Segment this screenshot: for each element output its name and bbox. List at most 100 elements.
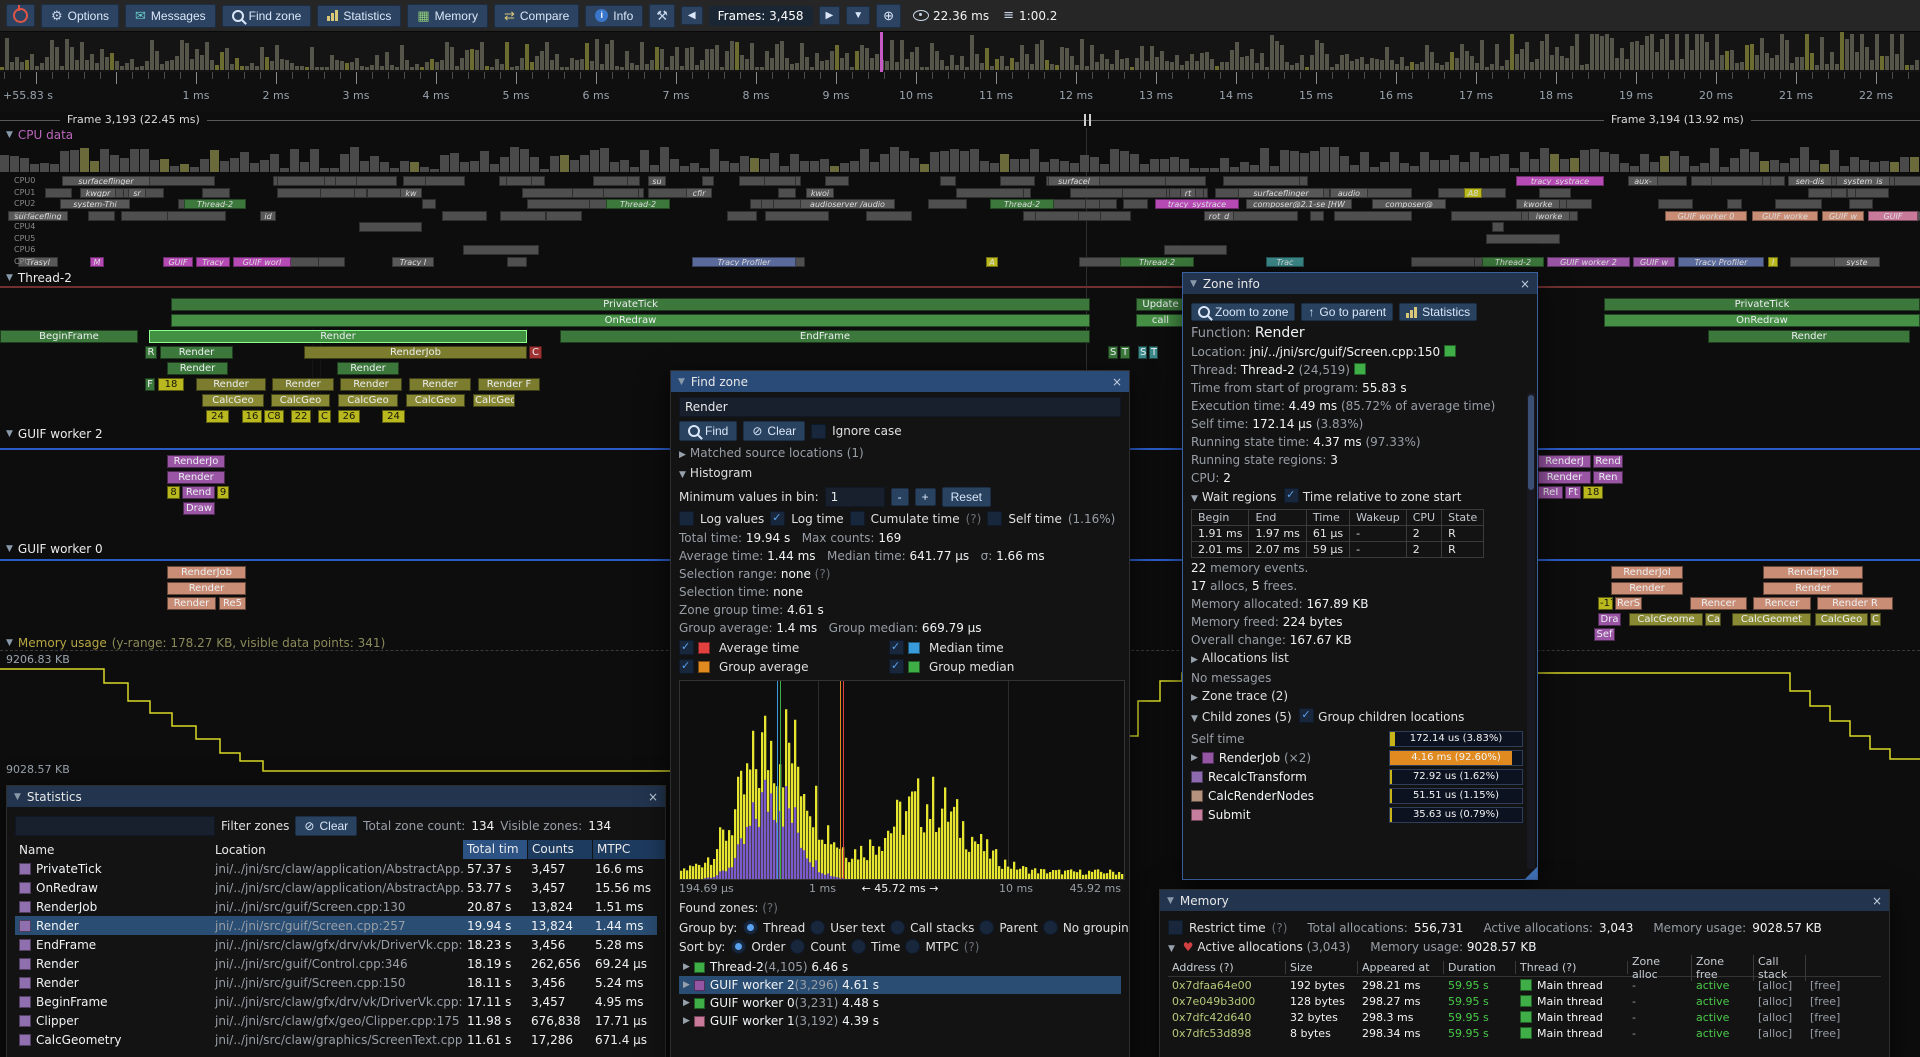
overview-bar[interactable] xyxy=(1390,60,1394,70)
overview-bar[interactable] xyxy=(170,60,174,70)
timeline-zone[interactable]: F xyxy=(145,378,155,391)
allocation-row[interactable]: 0x7dfaa64e00192 bytes298.21 ms59.95 sMai… xyxy=(1168,977,1881,993)
child-zones-header[interactable]: Child zones (5) xyxy=(1202,710,1292,724)
overview-bar[interactable] xyxy=(1525,42,1529,70)
overview-bar[interactable] xyxy=(520,58,524,70)
cpu-zone[interactable] xyxy=(1164,245,1227,255)
overview-bar[interactable] xyxy=(855,51,859,70)
overview-bar[interactable] xyxy=(1185,61,1189,70)
overview-bar[interactable] xyxy=(1265,67,1269,70)
stats-row[interactable]: BeginFramejni/../jni/src/claw/gfx/drv/vk… xyxy=(15,992,657,1011)
cpu-zone[interactable]: I xyxy=(1768,257,1778,267)
cpu-zone[interactable]: composer@2.1-se [HW xyxy=(1246,199,1352,209)
timeline-zone[interactable]: CalcGeo xyxy=(473,394,515,407)
overview-bar[interactable] xyxy=(845,53,849,70)
cpu-zone[interactable]: GUIF worl xyxy=(233,257,291,267)
overview-bar[interactable] xyxy=(615,66,619,70)
cpu-zone[interactable] xyxy=(45,188,72,198)
overview-bar[interactable] xyxy=(155,51,159,70)
overview-bar[interactable] xyxy=(1810,53,1814,70)
help-mark[interactable]: (?) xyxy=(964,940,980,954)
overview-bar[interactable] xyxy=(705,49,709,70)
alloc-callstack-link[interactable]: [alloc] xyxy=(1754,995,1806,1008)
cpu-zone[interactable] xyxy=(778,188,796,198)
stats-row[interactable]: OnRedrawjni/../jni/src/claw/application/… xyxy=(15,878,657,897)
expand-icon[interactable]: ▶ xyxy=(1191,693,1198,703)
cpu-zone[interactable] xyxy=(1855,188,1889,198)
overview-bar[interactable] xyxy=(20,62,24,70)
frame-select-button[interactable]: ▼ xyxy=(846,6,870,25)
overview-bar[interactable] xyxy=(60,66,64,71)
col-call-stack[interactable]: Call stack xyxy=(1754,955,1806,981)
timeline-zone[interactable]: CalcGeo xyxy=(271,394,330,407)
cpu-zone[interactable] xyxy=(1894,176,1920,186)
timeline-zone[interactable]: 16 xyxy=(242,410,262,423)
overview-bar[interactable] xyxy=(1770,58,1774,70)
overview-bar[interactable] xyxy=(65,39,69,70)
overview-bar[interactable] xyxy=(1605,34,1609,70)
overview-bar[interactable] xyxy=(200,55,204,70)
overview-bar[interactable] xyxy=(540,51,544,70)
overview-bar[interactable] xyxy=(750,43,754,70)
overview-bar[interactable] xyxy=(1305,67,1309,70)
overview-bar[interactable] xyxy=(390,65,394,70)
overview-bar[interactable] xyxy=(920,67,924,70)
cpu-zone[interactable] xyxy=(761,199,774,209)
overview-bar[interactable] xyxy=(1115,50,1119,70)
overview-bar[interactable] xyxy=(485,66,489,70)
timeline-zone[interactable]: -17 xyxy=(1598,597,1613,610)
self-time-checkbox[interactable] xyxy=(987,511,1002,526)
increment-button[interactable]: + xyxy=(915,488,936,506)
overview-bar[interactable] xyxy=(1225,62,1229,70)
memory-titlebar[interactable]: ▼ Memory × xyxy=(1160,890,1889,911)
timeline-zone[interactable]: BeginFrame xyxy=(0,330,138,343)
cpu-zone[interactable] xyxy=(727,211,757,221)
cpu-zone[interactable]: Trac xyxy=(1266,257,1304,267)
overview-bar[interactable] xyxy=(965,67,969,71)
collapse-icon[interactable]: ▼ xyxy=(1168,944,1175,954)
overview-bar[interactable] xyxy=(1440,65,1444,70)
options-button[interactable]: ⚙Options xyxy=(41,4,119,28)
overview-bar[interactable] xyxy=(755,67,759,70)
overview-bar[interactable] xyxy=(400,45,404,70)
overview-bar[interactable] xyxy=(1485,67,1489,70)
overview-bar[interactable] xyxy=(1345,54,1349,70)
allocations-list[interactable]: Allocations list xyxy=(1202,651,1289,665)
collapse-icon[interactable]: ▼ xyxy=(6,638,13,648)
overview-bar[interactable] xyxy=(530,62,534,70)
next-frame-button[interactable]: ▶ xyxy=(819,6,841,25)
timeline-zone[interactable]: Ft xyxy=(1565,486,1581,499)
alloc-callstack-link[interactable]: [alloc] xyxy=(1754,979,1806,992)
overview-bar[interactable] xyxy=(1860,34,1864,70)
find-zone-titlebar[interactable]: ▼ Find zone × xyxy=(671,371,1129,392)
overview-bar[interactable] xyxy=(1575,34,1579,70)
overview-bar[interactable] xyxy=(1320,43,1324,70)
overview-bar[interactable] xyxy=(85,60,89,70)
overview-bar[interactable] xyxy=(725,51,729,70)
overview-bar[interactable] xyxy=(55,47,59,70)
overview-bar[interactable] xyxy=(585,43,589,70)
radio-order[interactable] xyxy=(731,939,746,954)
overview-bar[interactable] xyxy=(455,66,459,70)
cpu-zone[interactable]: GUIF w xyxy=(1822,211,1864,221)
overview-bar[interactable] xyxy=(450,47,454,70)
child-zone-row[interactable]: ▶RenderJob (×2)4.16 ms (92.60%) xyxy=(1191,748,1523,767)
timeline-zone[interactable]: CalcGeo xyxy=(338,394,398,407)
cpu-zone[interactable]: Tracy Profiler xyxy=(692,257,796,267)
current-frame-marker[interactable] xyxy=(880,32,883,72)
timeline-zone[interactable]: OnRedraw xyxy=(171,314,1090,327)
found-zone-group[interactable]: ▶GUIF worker 0 (3,231) 4.48 s xyxy=(679,994,1121,1012)
overview-bar[interactable] xyxy=(1285,62,1289,70)
clear-button[interactable]: ⊘Clear xyxy=(743,421,805,441)
overview-bar[interactable] xyxy=(1415,64,1419,70)
overview-bar[interactable] xyxy=(345,63,349,70)
overview-bar[interactable] xyxy=(545,42,549,70)
overview-bar[interactable] xyxy=(1355,59,1359,70)
overview-bar[interactable] xyxy=(245,66,249,70)
cpu-zone[interactable] xyxy=(1451,211,1526,221)
radio-time[interactable] xyxy=(851,939,866,954)
overview-bar[interactable] xyxy=(275,45,279,70)
overview-bar[interactable] xyxy=(1740,62,1744,70)
timeline-zone[interactable]: 18 xyxy=(158,378,184,391)
overview-bar[interactable] xyxy=(1660,39,1664,70)
